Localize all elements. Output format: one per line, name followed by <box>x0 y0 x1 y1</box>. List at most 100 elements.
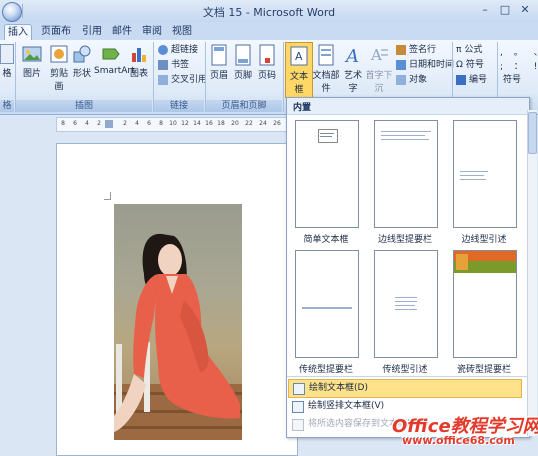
gallery-item-sideline-quote[interactable] <box>453 120 517 228</box>
ruler-tick: 2 <box>123 120 127 127</box>
wordart-button[interactable]: A 艺术字 <box>341 44 365 94</box>
gallery-item-traditional-sidebar[interactable] <box>295 250 359 358</box>
ruler-tick: 16 <box>205 120 213 127</box>
gallery-item-label: 瓷砖型提要栏 <box>456 365 511 375</box>
symbol-button[interactable]: Ω 符号 <box>456 58 484 72</box>
gallery-item-simple-textbox[interactable] <box>295 120 359 228</box>
smartart-button[interactable]: SmartArt <box>94 44 135 76</box>
bookmark-label: 书签 <box>171 60 190 70</box>
number-label: 编号 <box>469 75 488 85</box>
gallery-item-traditional-quote[interactable] <box>374 250 438 358</box>
quick-parts-button[interactable]: 文档部件 <box>312 44 340 94</box>
gallery-header-label: 内置 <box>293 103 312 113</box>
pages-partial-button[interactable]: 格 <box>0 44 14 79</box>
drop-cap-button[interactable]: A 首字下沉 <box>365 44 393 94</box>
hyperlink-button[interactable]: 超链接 <box>158 43 198 57</box>
header-icon <box>211 44 227 66</box>
margin-corner-mark <box>104 199 111 200</box>
punctuation-row-2[interactable]: ; ： ! <box>500 60 538 74</box>
gallery-item-tile-sidebar[interactable] <box>453 250 517 358</box>
thumb-line <box>381 135 425 136</box>
punctuation-row-1[interactable]: , 。 、 <box>500 46 538 60</box>
thumb-line <box>395 309 417 310</box>
draw-vertical-textbox-icon <box>292 401 304 413</box>
signature-line-button[interactable]: 签名行 <box>396 43 436 57</box>
ruler-tick: 4 <box>135 120 139 127</box>
clipart-icon <box>50 45 68 63</box>
textbox-icon: A <box>290 46 308 66</box>
draw-textbox-command[interactable]: 绘制文本框(D) <box>288 379 522 398</box>
inserted-photo[interactable] <box>114 204 242 440</box>
gallery-scrollbar[interactable] <box>527 110 537 436</box>
tab-insert[interactable]: 插入 <box>4 24 32 41</box>
drop-cap-label: 首字下沉 <box>365 71 393 94</box>
ruler-tick: 22 <box>245 120 253 127</box>
bookmark-button[interactable]: 书签 <box>158 58 189 72</box>
cross-reference-label: 交叉引用 <box>171 75 208 85</box>
special-symbol-button[interactable]: 符号 <box>503 73 521 87</box>
tab-view[interactable]: 视图 <box>170 24 194 40</box>
number-icon <box>456 74 466 85</box>
page-icon <box>0 44 14 64</box>
object-icon <box>396 74 406 85</box>
thumb-line <box>460 171 488 172</box>
gallery-item-sideline-sidebar[interactable] <box>374 120 438 228</box>
footer-label: 页脚 <box>233 71 252 81</box>
page-number-button[interactable]: 页码 <box>256 44 278 81</box>
shapes-button[interactable]: 形状 <box>71 44 93 79</box>
tab-page-layout[interactable]: 页面布局 <box>38 24 74 53</box>
maximize-button[interactable]: □ <box>496 2 514 18</box>
equation-label: 公式 <box>464 45 483 55</box>
tab-references[interactable]: 引用 <box>80 24 104 40</box>
shapes-label: 形状 <box>72 69 91 79</box>
ruler-tick: 4 <box>85 120 89 127</box>
object-button[interactable]: 对象 <box>396 73 427 87</box>
ruler-tick: 12 <box>181 120 189 127</box>
ruler-tick: 14 <box>193 120 201 127</box>
ruler-tick: 2 <box>97 120 101 127</box>
minimize-button[interactable]: – <box>476 2 494 18</box>
signature-icon <box>396 44 406 55</box>
gallery-item-label: 边线型提要栏 <box>377 235 432 245</box>
watermark-url: www.office68.com <box>402 434 515 447</box>
shapes-icon <box>73 45 91 63</box>
omega-icon: Ω <box>456 60 463 70</box>
number-button[interactable]: 编号 <box>456 73 487 87</box>
close-button[interactable]: ✕ <box>516 2 534 18</box>
pages-partial-label: 格 <box>2 69 12 79</box>
gallery-scroll-thumb[interactable] <box>528 112 537 154</box>
textbox-button[interactable]: A 文本框 <box>285 42 313 98</box>
tab-review[interactable]: 审阅 <box>140 24 164 40</box>
header-label: 页眉 <box>209 71 228 81</box>
window-title: 文档 15 - Microsoft Word <box>202 6 336 19</box>
footer-button[interactable]: 页脚 <box>232 44 254 81</box>
quick-parts-label: 文档部件 <box>312 71 340 94</box>
picture-button[interactable]: 图片 <box>19 44 45 79</box>
hyperlink-label: 超链接 <box>171 45 199 55</box>
thumb-line <box>460 175 484 176</box>
draw-textbox-icon <box>293 383 305 395</box>
group-pages-label: 格 <box>0 100 14 112</box>
hyperlink-icon <box>158 44 168 55</box>
group-links-label: 链接 <box>154 100 204 112</box>
textbox-gallery[interactable]: 内置 简单文本框 边线型提要栏 边线型引述 传统型提要栏 传统型引述 瓷砖型提要… <box>286 97 530 438</box>
indent-marker[interactable] <box>105 120 113 128</box>
date-time-button[interactable]: 日期和时间 <box>396 58 454 72</box>
page-number-icon <box>259 44 275 66</box>
title-bar: 文档 15 - Microsoft Word – □ ✕ <box>0 0 538 23</box>
cross-reference-button[interactable]: 交叉引用 <box>158 73 207 87</box>
clipart-button[interactable]: 剪贴画 <box>46 44 72 92</box>
thumb-line <box>320 133 334 134</box>
gallery-item-label: 传统型提要栏 <box>298 365 353 375</box>
tab-mailings[interactable]: 邮件 <box>110 24 134 40</box>
ruler-tick: 8 <box>61 120 65 127</box>
header-button[interactable]: 页眉 <box>208 44 230 81</box>
drop-cap-icon: A <box>370 46 388 64</box>
ruler-tick: 6 <box>147 120 151 127</box>
horizontal-ruler[interactable]: 8 6 4 2 2 4 6 8 10 12 14 16 18 20 22 24 … <box>56 117 288 132</box>
draw-vertical-textbox-label: 绘制竖排文本框(V) <box>308 401 385 411</box>
chart-button[interactable]: 图表 <box>128 44 150 79</box>
ruler-tick: 6 <box>73 120 77 127</box>
pi-icon: π <box>456 45 462 55</box>
equation-button[interactable]: π 公式 <box>456 43 482 57</box>
